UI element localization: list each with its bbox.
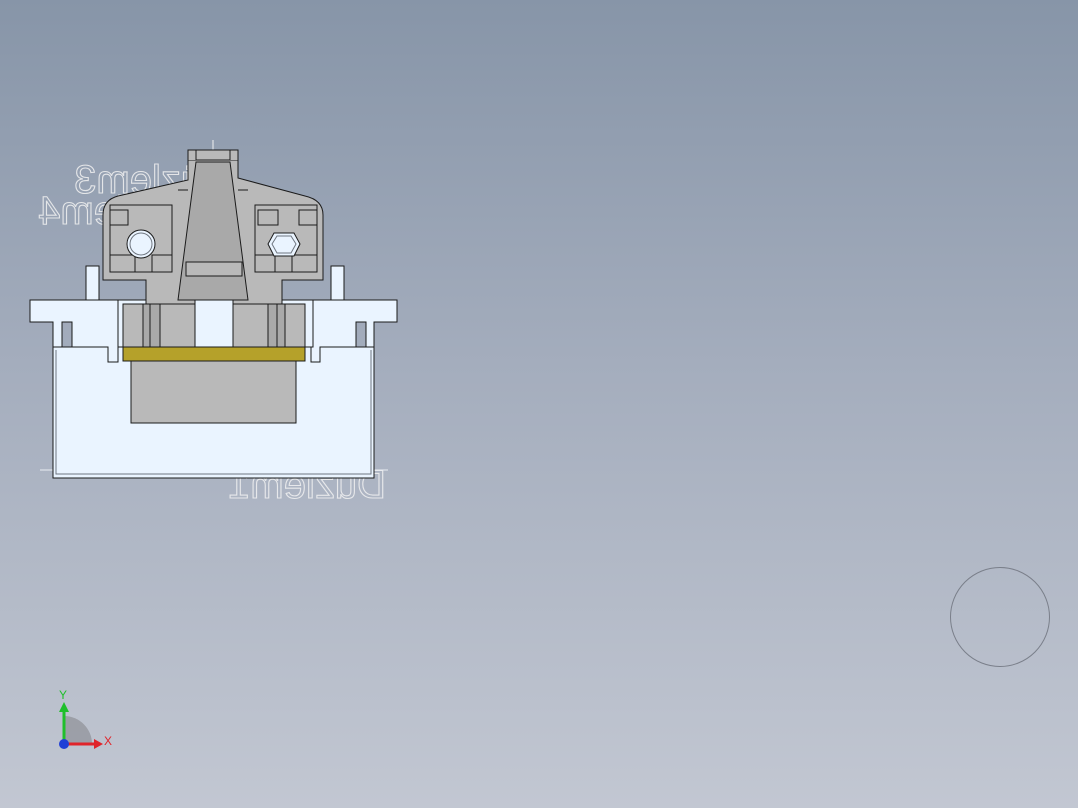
lower-block-body [130,359,297,424]
graphics-viewport[interactable]: Düzlem3 Düzlem4 m2 Düzlem1 [0,0,1078,808]
triad-z-axis [59,739,69,749]
post-left-outer [122,303,144,348]
lower-block[interactable] [130,359,297,424]
post-left-block [159,303,196,348]
triad-y-label: Y [59,688,67,702]
post-right-block [232,303,269,348]
view-selector-circle[interactable] [950,567,1050,667]
coordinate-triad: X Y [59,688,112,749]
gasket-strip [122,346,306,362]
hole-left [126,229,156,259]
mid-housing[interactable] [117,299,314,348]
post-left-inner [142,303,161,348]
triad-x-label: X [104,734,112,748]
post-right-outer [284,303,306,348]
gasket[interactable] [122,346,306,362]
model-canvas[interactable]: Düzlem3 Düzlem4 m2 Düzlem1 [0,0,1078,808]
